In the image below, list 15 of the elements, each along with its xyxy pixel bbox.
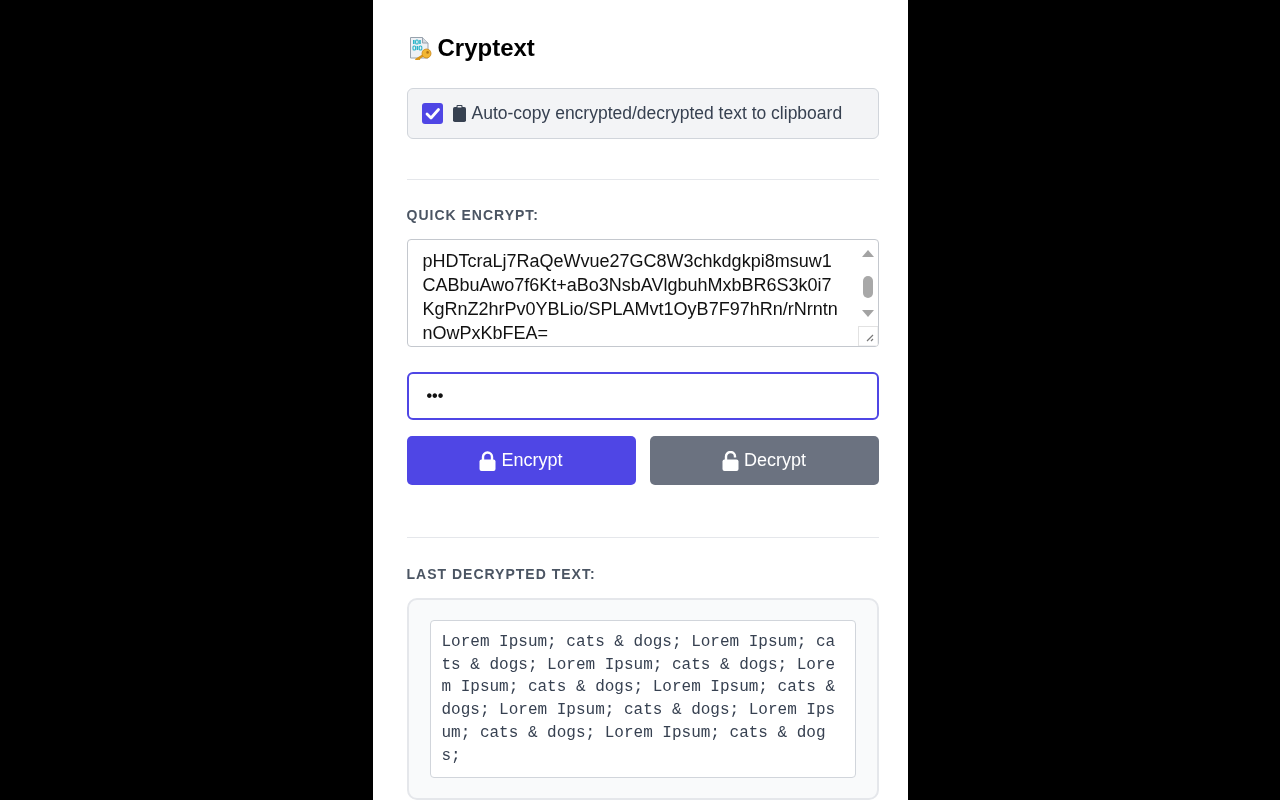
password-field[interactable]: ••• bbox=[406, 372, 879, 420]
encrypt-button[interactable]: Encrypt bbox=[406, 436, 636, 485]
section-label: LAST DECRYPTED TEXT: bbox=[406, 565, 597, 583]
ciphertext-field[interactable]: pHDTcraLj7RaQeWvue27GC8W3chkdgkpi8msuw1 CABbuAwo7f6Kt+aBo3NsbAVlgbuhMxbBR6S3k0i7 KgRnZ2hrPv0YBLio/SPLAMvt1OyB7F97hRn/rNrntn nOwPxKbFEA= bbox=[406, 239, 879, 347]
resize-grip-icon[interactable] bbox=[857, 326, 878, 346]
document-key-icon bbox=[408, 36, 433, 60]
auto-copy-label: Auto-copy encrypted/decrypted text to clipboard bbox=[471, 103, 843, 124]
unlocked-padlock-icon bbox=[722, 450, 739, 471]
section-label: QUICK ENCRYPT: bbox=[406, 206, 540, 224]
checkbox[interactable] bbox=[421, 103, 443, 124]
padlock-icon bbox=[479, 450, 497, 471]
clipboard-icon bbox=[452, 105, 466, 122]
app-title: Cryptext bbox=[437, 33, 535, 63]
decrypt-button[interactable]: Decrypt bbox=[649, 436, 879, 485]
decrypted-text-block: Lorem Ipsum; cats & dogs; Lorem Ipsum; cats & dogs; Lorem Ipsum; cats & dogs; Lorem Ipsum; cats & dogs; Lorem Ipsum; cats & dogs; Lorem Ipsum; cats & dogs; Lorem Ipsum; cats & dogs; Lorem Ipsum; cats & dogs; bbox=[429, 620, 856, 779]
